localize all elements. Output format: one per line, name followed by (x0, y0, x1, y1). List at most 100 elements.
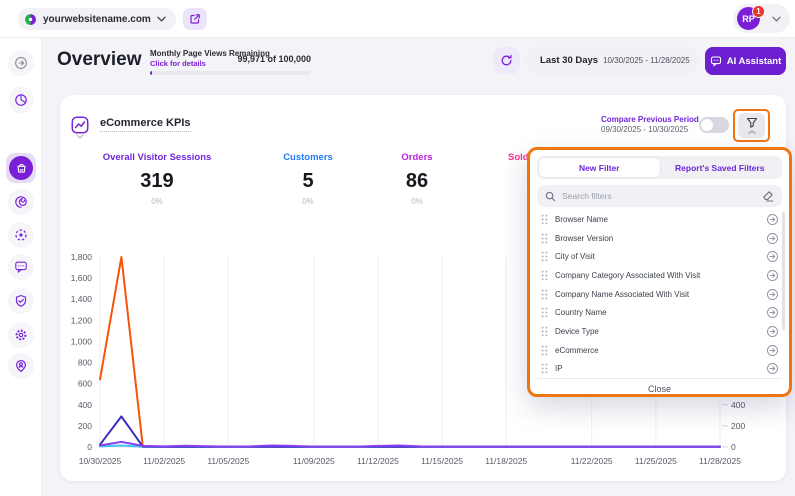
tab-saved-filters[interactable]: Report's Saved Filters (660, 158, 781, 177)
notification-badge: 1 (752, 5, 765, 18)
svg-text:11/15/2025: 11/15/2025 (421, 456, 463, 466)
svg-text:0: 0 (731, 442, 736, 452)
audience-target-icon (15, 229, 27, 241)
svg-text:11/22/2025: 11/22/2025 (571, 456, 613, 466)
tab-new-filter[interactable]: New Filter (539, 158, 660, 177)
filters-button[interactable] (738, 113, 765, 138)
filter-search (537, 185, 782, 207)
svg-text:11/28/2025: 11/28/2025 (699, 456, 741, 466)
filter-list: Browser Name Browser Version City of Vis… (537, 210, 782, 378)
sidebar-item-audience[interactable] (8, 222, 34, 248)
open-site-button[interactable] (183, 8, 207, 30)
kpi-overall-visitor-sessions: Overall Visitor Sessions 319 0% (103, 152, 212, 206)
security-shield-icon (15, 294, 27, 307)
kpi-value: 319 (140, 170, 174, 192)
filter-item-label: IP (555, 364, 563, 374)
arrow-right-circle-icon[interactable] (766, 344, 779, 357)
svg-text:11/12/2025: 11/12/2025 (357, 456, 399, 466)
expand-arrow-icon (15, 57, 27, 69)
svg-text:11/02/2025: 11/02/2025 (143, 456, 185, 466)
kpi-label: Orders (401, 152, 433, 163)
svg-text:11/18/2025: 11/18/2025 (485, 456, 527, 466)
close-button[interactable]: Close (537, 378, 782, 399)
filter-item[interactable]: City of Visit (537, 247, 782, 266)
arrow-right-circle-icon[interactable] (766, 232, 779, 245)
svg-text:11/09/2025: 11/09/2025 (293, 456, 335, 466)
drag-handle-icon[interactable] (541, 307, 548, 318)
kpi-orders: Orders 86 0% (401, 152, 432, 206)
pageviews-progress-bar (150, 71, 311, 75)
filter-item[interactable]: IP (537, 360, 782, 379)
site-domain: yourwebsitename.com (43, 13, 151, 25)
pageviews-value: 99,971 of 100,000 (237, 54, 311, 64)
arrow-right-circle-icon[interactable] (766, 306, 779, 319)
sidebar-item-dashboard[interactable] (8, 87, 34, 113)
filter-item-label: City of Visit (555, 252, 595, 262)
svg-text:1,600: 1,600 (71, 273, 93, 283)
drag-handle-icon[interactable] (541, 363, 548, 374)
refresh-button[interactable] (493, 47, 520, 74)
arrow-right-circle-icon[interactable] (766, 250, 779, 263)
filter-item[interactable]: Browser Name (537, 210, 782, 229)
svg-text:1,000: 1,000 (71, 336, 93, 346)
chat-bubble-icon (15, 261, 27, 274)
pageviews-details-link[interactable]: Click for details (150, 59, 206, 68)
sidebar-item-account[interactable] (8, 353, 34, 379)
compare-toggle[interactable] (699, 117, 729, 133)
drag-handle-icon[interactable] (541, 270, 548, 281)
drag-handle-icon[interactable] (541, 251, 548, 262)
svg-text:600: 600 (78, 379, 92, 389)
filter-item[interactable]: Browser Version (537, 229, 782, 248)
pageviews-quota: Monthly Page Views Remaining Click for d… (150, 49, 311, 77)
filter-item-label: Browser Version (555, 233, 614, 243)
external-link-icon (189, 13, 201, 25)
svg-text:400: 400 (731, 400, 745, 410)
kpi-delta: 0% (151, 197, 163, 206)
sidebar-item-chat[interactable] (8, 254, 34, 280)
filter-item[interactable]: Company Name Associated With Visit (537, 285, 782, 304)
filter-item[interactable]: Device Type (537, 322, 782, 341)
sidebar-item-security[interactable] (8, 288, 34, 314)
filter-item[interactable]: eCommerce (537, 341, 782, 360)
sidebar-item-trends[interactable] (8, 189, 34, 215)
drag-handle-icon[interactable] (541, 345, 548, 356)
compare-previous-period-label[interactable]: Compare Previous Period (601, 115, 699, 124)
kpi-customers: Customers 5 0% (283, 152, 333, 206)
filter-item[interactable]: Company Category Associated With Visit (537, 266, 782, 285)
sidebar-item-settings[interactable] (8, 322, 34, 348)
arrow-right-circle-icon[interactable] (766, 325, 779, 338)
drag-handle-icon[interactable] (541, 233, 548, 244)
sidebar-nav (0, 38, 42, 496)
drag-handle-icon[interactable] (541, 289, 548, 300)
sidebar-expand-button[interactable] (8, 50, 34, 76)
svg-text:200: 200 (78, 421, 92, 431)
sidebar-item-ecommerce[interactable] (6, 153, 36, 183)
filter-item[interactable]: Country Name (537, 303, 782, 322)
svg-text:800: 800 (78, 358, 92, 368)
chevron-down-icon[interactable] (76, 134, 84, 139)
filter-item-label: Device Type (555, 326, 599, 336)
ai-assistant-button[interactable]: AI Assistant (705, 47, 786, 75)
date-range-text: 10/30/2025 - 11/28/2025 (603, 56, 690, 65)
arrow-right-circle-icon[interactable] (766, 213, 779, 226)
trends-swirl-icon (15, 196, 27, 208)
drag-handle-icon[interactable] (541, 214, 548, 225)
site-selector[interactable]: yourwebsitename.com (18, 8, 176, 30)
kpi-value: 86 (405, 170, 429, 192)
user-menu[interactable]: RP 1 (733, 4, 790, 33)
eraser-icon[interactable] (762, 190, 774, 202)
scrollbar-thumb[interactable] (782, 212, 785, 330)
avatar: RP 1 (737, 5, 765, 30)
kpi-delta: 0% (302, 197, 314, 206)
filter-panel: New Filter Report's Saved Filters Browse… (527, 147, 792, 397)
chevron-down-icon (157, 16, 166, 22)
annotation-highlight-box (733, 109, 770, 142)
arrow-right-circle-icon[interactable] (766, 269, 779, 282)
search-filters-input[interactable] (562, 191, 756, 201)
date-range-selector[interactable]: Last 30 Days 10/30/2025 - 11/28/2025 (526, 47, 698, 74)
site-logo-icon (24, 13, 37, 26)
filter-item-label: eCommerce (555, 345, 599, 355)
arrow-right-circle-icon[interactable] (766, 288, 779, 301)
arrow-right-circle-icon[interactable] (766, 362, 779, 375)
drag-handle-icon[interactable] (541, 326, 548, 337)
